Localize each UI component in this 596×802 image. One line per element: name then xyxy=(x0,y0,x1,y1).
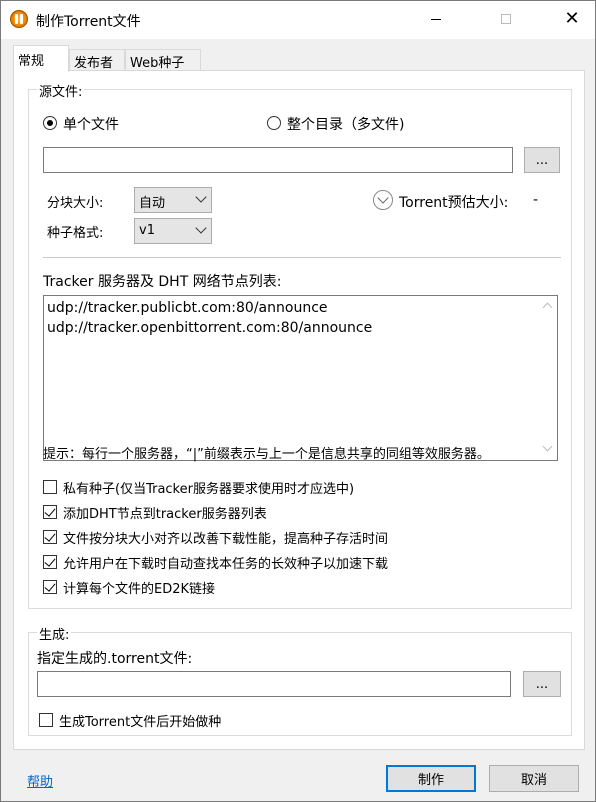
tracker-list-label: Tracker 服务器及 DHT 网络节点列表: xyxy=(43,274,282,290)
maximize-button xyxy=(483,1,529,37)
align-pieces-checkbox[interactable] xyxy=(43,530,57,544)
make-torrent-dialog: 制作Torrent文件 ✕ 常规 发布者 Web种子 源文件: 单个文件 整个目… xyxy=(0,0,596,802)
help-link[interactable]: 帮助 xyxy=(27,771,53,790)
tracker-line: udp://tracker.publicbt.com:80/announce xyxy=(47,300,328,316)
minimize-button[interactable] xyxy=(413,1,459,37)
torrent-format-value: v1 xyxy=(139,223,155,238)
generate-group: 生成: 指定生成的.torrent文件: ... 生成Torrent文件后开始做… xyxy=(28,624,572,736)
source-group: 源文件: 单个文件 整个目录（多文件) ... 分块大小: 自动 Torrent… xyxy=(28,81,572,609)
directory-label[interactable]: 整个目录（多文件) xyxy=(287,114,404,134)
tracker-list-scrollbar[interactable] xyxy=(540,296,557,460)
minimize-icon xyxy=(431,18,441,20)
scroll-up-icon[interactable] xyxy=(542,302,553,313)
maximize-icon xyxy=(501,14,511,24)
long-seed-label[interactable]: 允许用户在下载时自动查找本任务的长效种子以加速下载 xyxy=(63,553,388,572)
block-size-label: 分块大小: xyxy=(47,196,104,211)
seed-after-label[interactable]: 生成Torrent文件后开始做种 xyxy=(59,711,221,730)
source-browse-button[interactable]: ... xyxy=(524,147,560,173)
tab-publisher[interactable]: 发布者 xyxy=(69,49,125,71)
private-torrent-label[interactable]: 私有种子(仅当Tracker服务器要求使用时才应选中) xyxy=(63,478,354,497)
expand-estimate-icon[interactable] xyxy=(373,190,393,210)
close-icon: ✕ xyxy=(564,8,580,29)
target-file-input[interactable] xyxy=(37,671,511,697)
ed2k-links-label[interactable]: 计算每个文件的ED2K链接 xyxy=(63,578,215,597)
title-bar[interactable]: 制作Torrent文件 ✕ xyxy=(1,1,595,39)
torrent-format-select[interactable]: v1 xyxy=(134,218,212,244)
torrent-format-label: 种子格式: xyxy=(47,226,104,241)
long-seed-checkbox[interactable] xyxy=(43,555,57,569)
private-torrent-checkbox[interactable] xyxy=(43,480,57,494)
chevron-down-icon xyxy=(195,222,207,234)
chevron-down-icon xyxy=(195,191,207,203)
tracker-list-textarea[interactable]: udp://tracker.publicbt.com:80/announce u… xyxy=(43,295,558,461)
source-path-input[interactable] xyxy=(43,147,513,173)
close-button[interactable]: ✕ xyxy=(549,1,595,37)
source-group-title: 源文件: xyxy=(37,81,85,100)
tracker-hint: 提示：每行一个服务器，“|”前缀表示与上一个是信息共享的同组等效服务器。 xyxy=(43,447,490,462)
tab-web-seed[interactable]: Web种子 xyxy=(125,49,201,71)
target-browse-button[interactable]: ... xyxy=(523,671,561,697)
generate-group-title: 生成: xyxy=(37,624,72,643)
single-file-radio[interactable] xyxy=(43,116,57,130)
window-title: 制作Torrent文件 xyxy=(36,14,141,30)
app-logo-icon xyxy=(10,10,28,28)
target-file-label: 指定生成的.torrent文件: xyxy=(37,651,193,667)
estimate-size-label: Torrent预估大小: xyxy=(399,195,509,211)
single-file-label[interactable]: 单个文件 xyxy=(63,114,119,134)
tracker-line: udp://tracker.openbittorrent.com:80/anno… xyxy=(47,320,373,336)
align-pieces-label[interactable]: 文件按分块大小对齐以改善下载性能，提高种子存活时间 xyxy=(63,528,388,547)
general-tab-panel: 源文件: 单个文件 整个目录（多文件) ... 分块大小: 自动 Torrent… xyxy=(13,70,585,750)
tab-general[interactable]: 常规 xyxy=(13,45,69,72)
block-size-value: 自动 xyxy=(139,196,166,211)
add-dht-checkbox[interactable] xyxy=(43,505,57,519)
create-button[interactable]: 制作 xyxy=(386,765,476,792)
ed2k-links-checkbox[interactable] xyxy=(43,580,57,594)
block-size-select[interactable]: 自动 xyxy=(134,187,212,213)
divider xyxy=(43,257,561,258)
scroll-down-icon[interactable] xyxy=(542,441,553,452)
estimate-size-value: - xyxy=(533,192,539,208)
seed-after-checkbox[interactable] xyxy=(39,713,53,727)
directory-radio[interactable] xyxy=(267,116,281,130)
cancel-button[interactable]: 取消 xyxy=(489,765,579,792)
add-dht-label[interactable]: 添加DHT节点到tracker服务器列表 xyxy=(63,503,267,522)
